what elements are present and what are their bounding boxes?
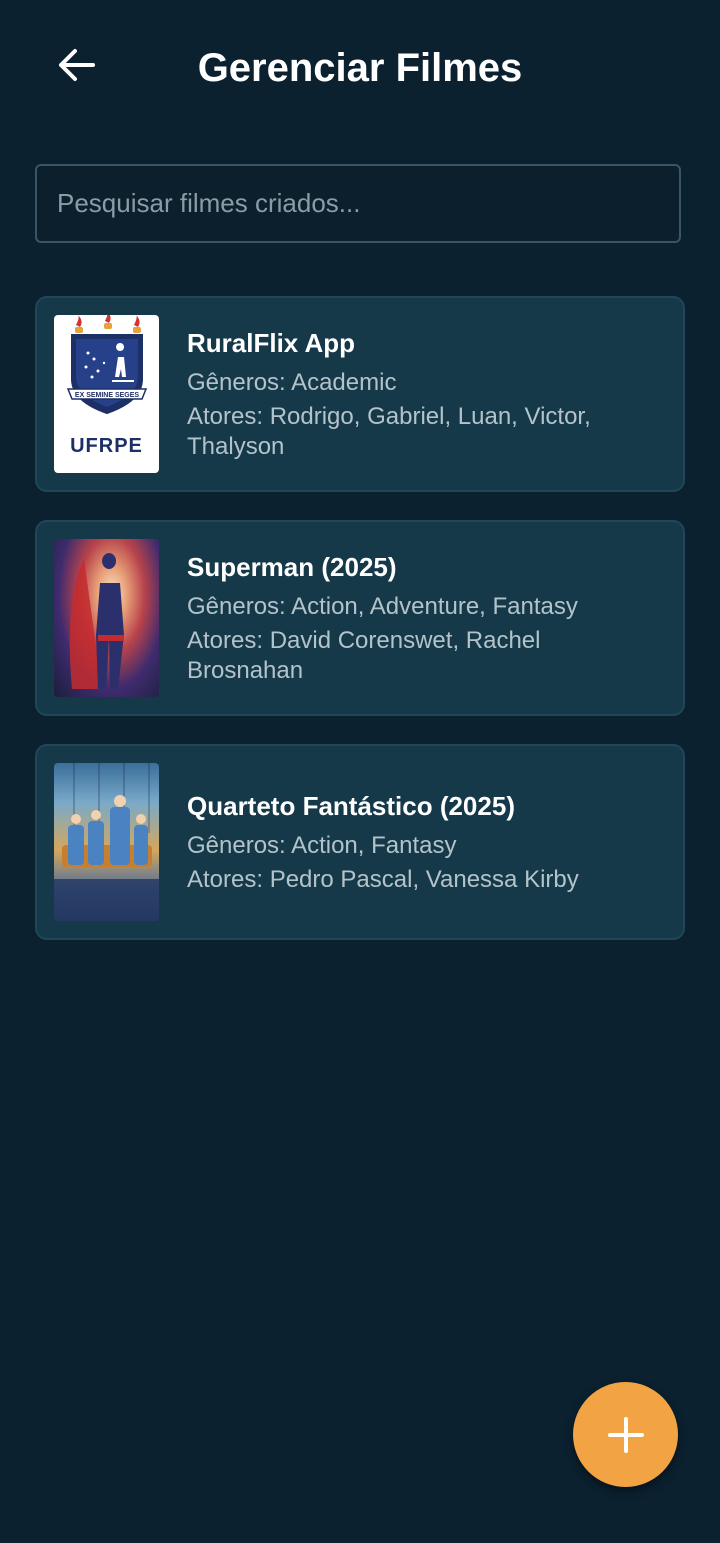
superman-figure-icon (69, 553, 124, 689)
movie-title: Superman (2025) (187, 552, 397, 582)
movie-title: Quarteto Fantástico (2025) (187, 791, 515, 821)
movie-genres: Gêneros: Action, Adventure, Fantasy (187, 593, 578, 620)
search-field[interactable] (35, 164, 681, 243)
movie-info: RuralFlix App Gêneros: Academic Atores: … (187, 298, 663, 490)
movie-card[interactable]: Superman (2025) Gêneros: Action, Adventu… (35, 520, 685, 716)
movie-actors: Atores: David Corenswet, Rachel Brosnaha… (187, 627, 541, 684)
ufrpe-crest-icon: EX SEMINE SEGES (66, 315, 147, 415)
movie-card[interactable]: Quarteto Fantástico (2025) Gêneros: Acti… (35, 744, 685, 940)
movie-poster (54, 763, 159, 921)
movie-card[interactable]: EX SEMINE SEGES UFRPE RuralFlix App Gêne… (35, 296, 685, 492)
movie-poster (54, 539, 159, 697)
search-input[interactable] (37, 166, 679, 241)
movie-actors: Atores: Pedro Pascal, Vanessa Kirby (187, 866, 579, 893)
movie-info: Quarteto Fantástico (2025) Gêneros: Acti… (187, 746, 663, 938)
movie-actors: Atores: Rodrigo, Gabriel, Luan, Victor, … (187, 403, 591, 460)
movie-list: EX SEMINE SEGES UFRPE RuralFlix App Gêne… (35, 296, 685, 968)
plus-icon (607, 1416, 644, 1453)
manage-movies-screen: Gerenciar Filmes Pesquisar filmes criado… (0, 0, 720, 1543)
page-title: Gerenciar Filmes (197, 46, 523, 90)
fantastic-four-team-icon (54, 763, 159, 921)
movie-title: RuralFlix App (187, 328, 356, 358)
movie-info: Superman (2025) Gêneros: Action, Adventu… (187, 522, 663, 714)
movie-genres: Gêneros: Action, Fantasy (187, 832, 457, 859)
poster-label: UFRPE (70, 435, 143, 457)
ufrpe-motto: EX SEMINE SEGES (74, 392, 139, 399)
movie-genres: Gêneros: Academic (187, 369, 397, 396)
add-movie-button[interactable] (573, 1382, 678, 1487)
movie-poster: EX SEMINE SEGES UFRPE (54, 315, 159, 473)
